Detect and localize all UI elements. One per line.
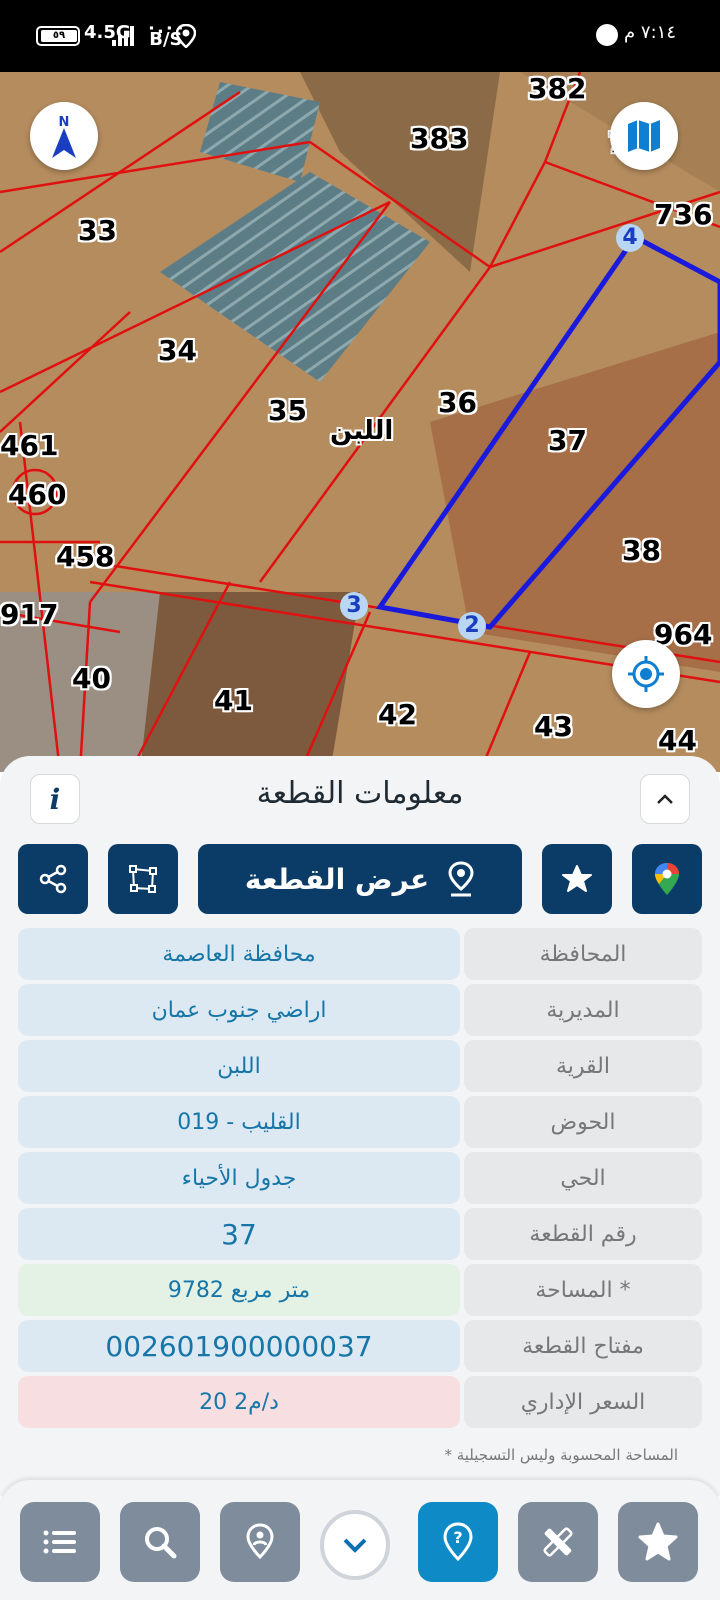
parcel-label: 34 [158,334,197,367]
favorites-button[interactable] [618,1502,698,1582]
row-value: اللبن [18,1040,460,1092]
parcel-label: 917 [0,598,59,631]
show-parcel-button[interactable]: عرض القطعة [198,844,522,914]
info-row-governorate: محافظة العاصمة المحافظة [18,928,702,980]
star-icon [562,865,592,892]
status-bar: ٥٩ 4.5G ٠.٠٠ B/S ٧:١٤ م [0,0,720,72]
village-label: اللبن [330,416,394,446]
parcel-label: 383 [410,122,469,155]
row-key: رقم القطعة [464,1208,702,1260]
parcel-label: 36 [438,386,477,419]
map-layers-button[interactable] [610,102,678,170]
my-location-button[interactable] [612,640,680,708]
parcel-label: 44 [658,724,697,757]
tools-button[interactable] [518,1502,598,1582]
info-row-directorate: اراضي جنوب عمان المديرية [18,984,702,1036]
signal-icon [112,26,134,46]
row-value: محافظة العاصمة [18,928,460,980]
info-row-basin: القليب - 019 الحوض [18,1096,702,1148]
parcel-label: 43 [534,710,573,743]
parcel-label: 33 [78,214,117,247]
battery-level: ٥٩ [41,30,77,42]
location-pin-icon [246,1523,274,1560]
search-icon [145,1527,177,1559]
parcel-label: 460 [8,478,67,511]
map-view[interactable]: 382 383 33 34 35 36 37 38 461 460 458 91… [0,72,720,772]
north-label: N [59,115,70,130]
menu-button[interactable] [20,1502,100,1582]
map-layers-icon [628,120,660,152]
collapse-button[interactable] [640,774,690,824]
row-key: المديرية [464,984,702,1036]
info-row-admin-price: 20 د/م2 السعر الإداري [18,1376,702,1428]
chat-icon [596,24,618,46]
my-location-icon [628,656,664,692]
share-icon [39,864,67,894]
location-help-icon: ? [443,1522,473,1562]
boundary-vertex[interactable]: 3 [340,592,368,620]
row-key: مفتاح القطعة [464,1320,702,1372]
parcel-label: 37 [548,424,587,457]
parcel-label: 38 [622,534,661,567]
tools-icon [543,1527,573,1557]
parcel-label: 461 [0,429,59,462]
row-value: اراضي جنوب عمان [18,984,460,1036]
list-icon [43,1530,76,1554]
row-value: 37 [18,1208,460,1260]
search-button[interactable] [120,1502,200,1582]
measure-polygon-button[interactable] [108,844,178,914]
clock: ٧:١٤ م [624,22,676,43]
row-key: المساحة * [464,1264,702,1316]
battery-icon: ٥٩ [36,26,80,46]
parcel-info-sheet: i معلومات القطعة عرض القطعة محافظة العاص… [0,756,720,1496]
sheet-title: معلومات القطعة [256,776,464,811]
parcel-label: 382 [528,72,587,105]
favorite-button[interactable] [542,844,612,914]
location-icon [176,24,196,48]
bottom-nav: ? [0,1480,720,1600]
boundary-vertex[interactable]: 4 [616,224,644,252]
row-value: جدول الأحياء [18,1152,460,1204]
parcel-label: 736 [654,198,713,231]
parcel-label: 458 [56,540,115,573]
parcel-label: 35 [268,394,307,427]
row-value: 20 د/م2 [18,1376,460,1428]
row-key: السعر الإداري [464,1376,702,1428]
info-row-district: جدول الأحياء الحي [18,1152,702,1204]
row-value: 9782 متر مربع [18,1264,460,1316]
row-key: الحوض [464,1096,702,1148]
info-row-parcel-number: 37 رقم القطعة [18,1208,702,1260]
polygon-icon [129,865,157,893]
google-maps-button[interactable] [632,844,702,914]
info-row-area: 9782 متر مربع المساحة * [18,1264,702,1316]
row-key: المحافظة [464,928,702,980]
parcel-label: 41 [214,684,253,717]
area-footnote: * المساحة المحسوبة وليس التسجيلية [444,1446,678,1464]
info-row-village: اللبن القرية [18,1040,702,1092]
help-button[interactable]: ? [418,1502,498,1582]
parcel-label: 40 [72,662,111,695]
chevron-up-icon [657,794,673,804]
compass-icon: N [52,115,76,158]
map-pin-icon [448,861,474,897]
location-pin-button[interactable] [220,1502,300,1582]
parcel-label: 42 [378,698,417,731]
share-button[interactable] [18,844,88,914]
row-value[interactable]: 002601900000037 [18,1320,460,1372]
google-maps-icon [655,863,679,895]
expand-button[interactable] [320,1510,390,1580]
info-row-parcel-key: 002601900000037 مفتاح القطعة [18,1320,702,1372]
svg-text:?: ? [453,1528,462,1547]
row-key: القرية [464,1040,702,1092]
chevron-down-icon [343,1538,367,1553]
star-icon [638,1522,678,1561]
row-key: الحي [464,1152,702,1204]
row-value: القليب - 019 [18,1096,460,1148]
show-parcel-label: عرض القطعة [244,862,430,896]
compass-button[interactable]: N [30,102,98,170]
boundary-vertex[interactable]: 2 [458,612,486,640]
